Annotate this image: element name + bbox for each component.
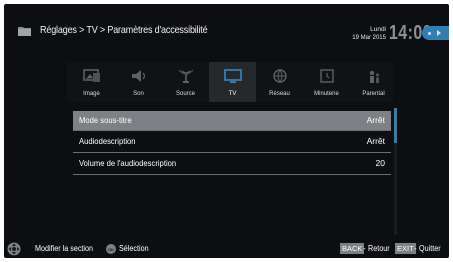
row-divider — [73, 174, 391, 175]
tab-reseau[interactable]: Réseau — [256, 62, 303, 102]
tab-source[interactable]: Source — [162, 62, 209, 102]
parental-icon — [369, 70, 379, 83]
folder-icon — [18, 27, 31, 36]
timer-icon — [319, 69, 334, 83]
dash-separator: - — [363, 244, 366, 253]
settings-list: Mode sous-titre Arrêt Audiodescription A… — [73, 108, 400, 235]
globe-icon — [272, 69, 287, 83]
select-hint: Sélection — [119, 244, 149, 253]
dash-separator: - — [414, 244, 417, 253]
tab-label: Image — [83, 91, 100, 97]
tab-son[interactable]: Son — [115, 62, 162, 102]
row-label: Mode sous-titre — [79, 115, 132, 125]
row-value: Arrêt — [366, 136, 385, 146]
scrollbar-thumb[interactable] — [394, 108, 397, 143]
footer-hints: Modifier la section OK Sélection BACK - … — [4, 240, 449, 258]
tv-settings-screen: Réglages > TV > Paramètres d'accessibili… — [4, 4, 449, 258]
breadcrumb: Réglages > TV > Paramètres d'accessibili… — [40, 24, 208, 36]
tab-parental[interactable]: Parental — [350, 62, 397, 102]
ok-key-label: OK — [108, 246, 114, 252]
exit-key[interactable]: EXIT — [395, 243, 416, 254]
back-key[interactable]: BACK — [340, 243, 365, 254]
back-hint: Retour — [368, 244, 390, 253]
list-item-audiodescription[interactable]: Audiodescription Arrêt — [73, 132, 391, 151]
day-label: Lundi — [370, 26, 386, 33]
exit-hint: Quitter — [419, 244, 441, 253]
navigate-hint: Modifier la section — [35, 244, 94, 253]
tab-image[interactable]: Image — [68, 62, 115, 102]
row-divider — [73, 152, 391, 153]
ok-button-icon: OK — [106, 244, 116, 254]
header: Réglages > TV > Paramètres d'accessibili… — [4, 4, 449, 58]
row-value: 20 — [375, 158, 385, 168]
tab-label: Réseau — [269, 91, 290, 97]
list-item-volume-audiodescription[interactable]: Volume de l'audiodescription 20 — [73, 154, 391, 173]
list-item-mode-sous-titre[interactable]: Mode sous-titre Arrêt — [73, 111, 391, 130]
row-divider — [73, 130, 391, 131]
dot-icon — [428, 31, 431, 35]
image-icon — [82, 69, 100, 82]
scrollbar[interactable] — [394, 108, 397, 235]
dpad-icon — [7, 242, 21, 256]
arrow-right-icon — [437, 30, 441, 36]
date-block: Lundi 19 Mar 2015 — [346, 26, 386, 42]
speaker-icon — [131, 70, 145, 82]
row-label: Volume de l'audiodescription — [79, 158, 177, 168]
status-pill — [422, 26, 449, 40]
antenna-icon — [178, 69, 193, 83]
tab-tv[interactable]: TV — [209, 62, 256, 102]
row-value: Arrêt — [366, 115, 385, 125]
row-label: Audiodescription — [79, 136, 136, 146]
tab-label: Son — [133, 91, 144, 97]
tab-label: TV — [228, 91, 237, 97]
tab-label: Source — [175, 91, 195, 97]
tab-label: Parental — [362, 91, 385, 97]
tab-minuterie[interactable]: Minuterie — [303, 62, 350, 102]
tab-label: Minuterie — [314, 91, 339, 97]
date-label: 19 Mar 2015 — [352, 35, 386, 41]
category-tabbar: Image Son Source TV Réseau Minuterie Par… — [67, 62, 393, 102]
tv-icon — [223, 69, 242, 83]
